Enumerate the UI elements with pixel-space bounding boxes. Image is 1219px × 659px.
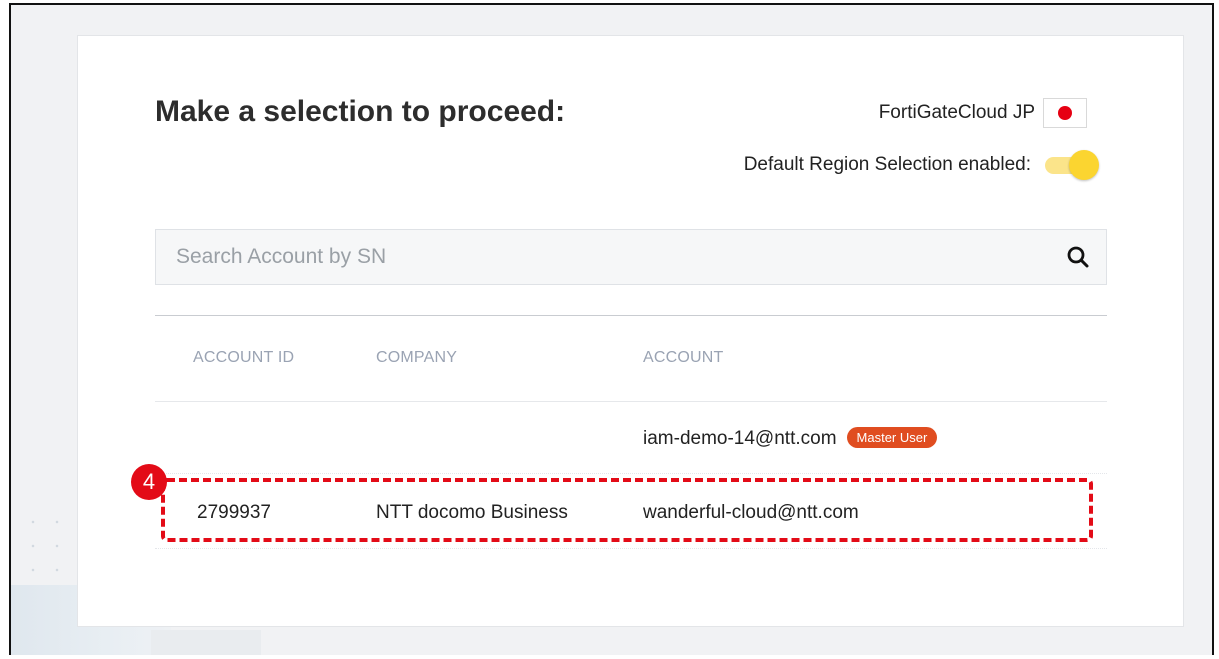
page-title: Make a selection to proceed: [155,95,566,128]
region-indicator: FortiGateCloud JP [879,98,1087,128]
section-divider [155,315,1107,316]
master-user-badge: Master User [846,427,938,448]
search-button[interactable] [1050,230,1106,284]
toggle-knob [1069,150,1099,180]
account-id-cell: 2799937 [197,502,271,523]
company-cell: NTT docomo Business [376,502,568,523]
search-input[interactable] [156,244,1050,270]
column-header-company: COMPANY [376,349,458,366]
background-panel-secondary [151,630,261,655]
default-region-setting: Default Region Selection enabled: [744,150,1099,180]
account-cell: iam-demo-14@ntt.com Master User [643,427,938,450]
row-divider [155,548,1107,549]
account-email: iam-demo-14@ntt.com [643,428,837,449]
account-cell: wanderful-cloud@ntt.com [643,502,859,523]
step-number-badge: 4 [131,464,167,500]
column-header-account: ACCOUNT [643,349,724,366]
region-label: FortiGateCloud JP [878,102,1035,123]
search-icon [1067,246,1089,268]
column-header-account-id: ACCOUNT ID [193,349,295,366]
japan-flag-icon [1043,98,1087,128]
table-row[interactable]: 2799937 NTT docomo Business wanderful-cl… [155,488,1107,538]
search-bar [155,229,1107,285]
default-region-label: Default Region Selection enabled: [743,154,1031,175]
row-divider [155,473,1107,474]
flag-dot [1058,106,1072,120]
table-row[interactable]: iam-demo-14@ntt.com Master User [155,413,1107,463]
table-header-divider [155,401,1107,402]
default-region-toggle[interactable] [1043,150,1099,180]
